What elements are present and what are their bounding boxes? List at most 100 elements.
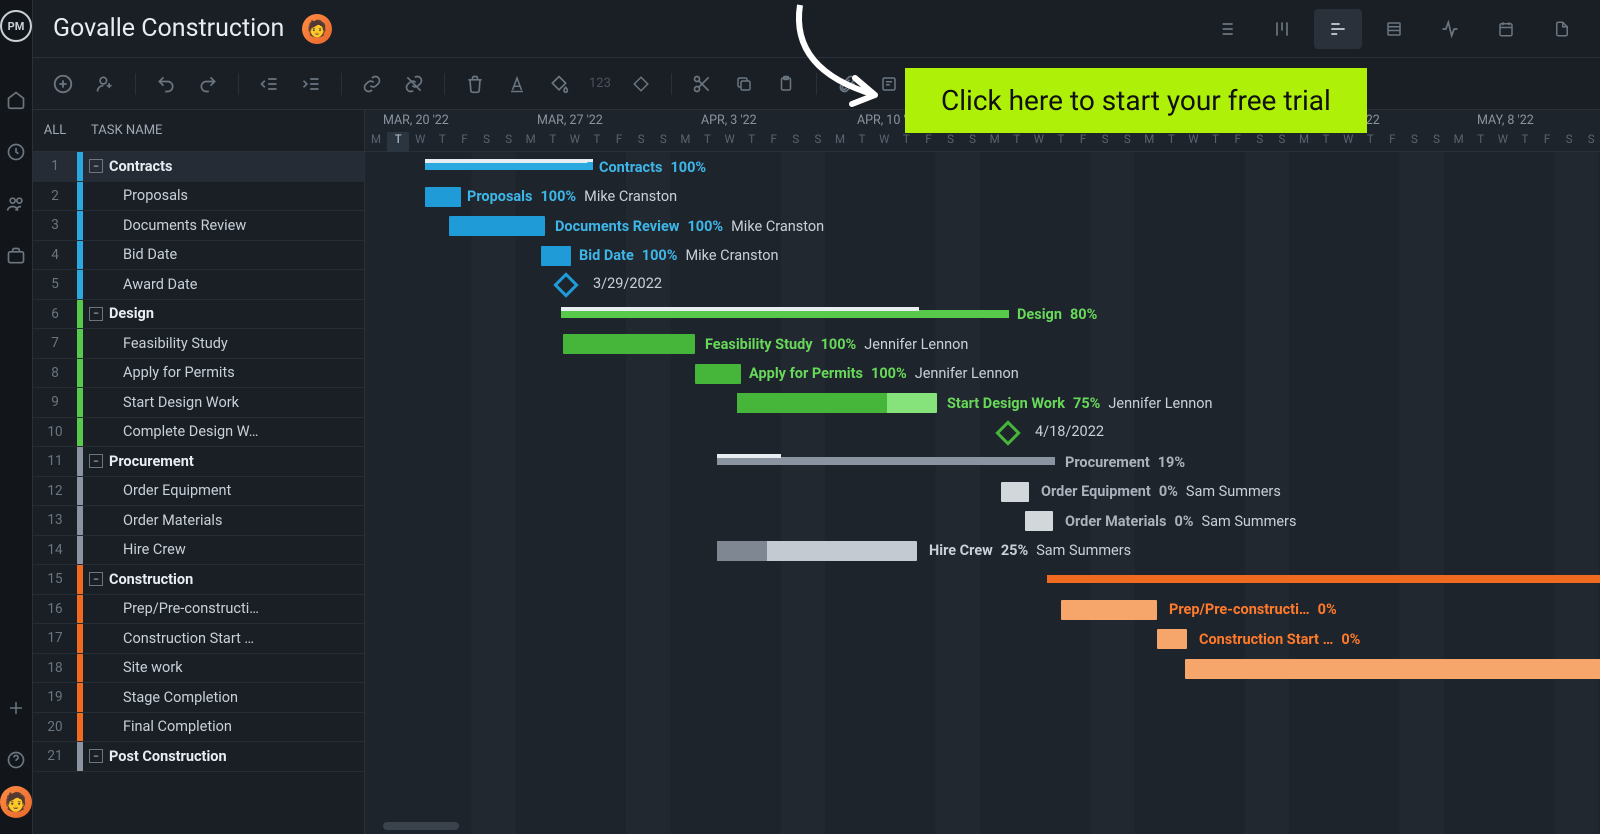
expander-icon[interactable]: − — [89, 454, 103, 468]
day-label: T — [1050, 132, 1072, 152]
note-icon[interactable] — [873, 68, 905, 100]
recent-icon[interactable] — [4, 140, 28, 164]
task-name: Site work — [123, 659, 183, 676]
activity-view-icon[interactable] — [1426, 9, 1474, 49]
help-icon[interactable] — [4, 748, 28, 772]
task-row[interactable]: 11−Procurement — [33, 447, 364, 477]
day-label: W — [1028, 132, 1050, 152]
task-row[interactable]: 19Stage Completion — [33, 683, 364, 713]
board-view-icon[interactable] — [1258, 9, 1306, 49]
task-row[interactable]: 5Award Date — [33, 270, 364, 300]
list-view-icon[interactable] — [1202, 9, 1250, 49]
fill-icon[interactable] — [543, 68, 575, 100]
add-icon[interactable] — [4, 696, 28, 720]
cta-banner[interactable]: Click here to start your free trial — [905, 68, 1367, 133]
calendar-view-icon[interactable] — [1482, 9, 1530, 49]
task-bar[interactable] — [541, 246, 571, 266]
task-bar[interactable] — [1001, 482, 1029, 502]
expander-icon[interactable]: − — [89, 572, 103, 586]
task-row[interactable]: 2Proposals — [33, 182, 364, 212]
bar-label: Prep/Pre-constructi…0% — [1169, 600, 1337, 620]
task-row[interactable]: 20Final Completion — [33, 713, 364, 743]
horizontal-scrollbar[interactable] — [383, 822, 459, 830]
summary-bar[interactable] — [561, 310, 1009, 318]
expander-icon[interactable]: − — [89, 307, 103, 321]
link-icon[interactable] — [356, 68, 388, 100]
task-row[interactable]: 13Order Materials — [33, 506, 364, 536]
task-row[interactable]: 14Hire Crew — [33, 536, 364, 566]
task-bar[interactable] — [1185, 659, 1600, 679]
task-row[interactable]: 3Documents Review — [33, 211, 364, 241]
cut-icon[interactable] — [686, 68, 718, 100]
col-name-header[interactable]: TASK NAME — [83, 123, 364, 138]
undo-icon[interactable] — [150, 68, 182, 100]
sheet-view-icon[interactable] — [1370, 9, 1418, 49]
gantt-lane: Apply for Permits100%Jennifer Lennon — [365, 359, 1600, 389]
home-icon[interactable] — [4, 88, 28, 112]
gantt-view-icon[interactable] — [1314, 9, 1362, 49]
task-bar[interactable] — [425, 187, 461, 207]
task-row[interactable]: 8Apply for Permits — [33, 359, 364, 389]
task-row[interactable]: 4Bid Date — [33, 241, 364, 271]
task-row[interactable]: 1−Contracts — [33, 152, 364, 182]
attach-icon[interactable] — [831, 68, 863, 100]
task-row[interactable]: 6−Design — [33, 300, 364, 330]
day-label: M — [829, 132, 851, 152]
col-all-header[interactable]: ALL — [33, 123, 77, 138]
task-row[interactable]: 16Prep/Pre-constructi… — [33, 595, 364, 625]
summary-bar[interactable] — [1047, 575, 1600, 583]
add-task-icon[interactable] — [47, 68, 79, 100]
day-label: F — [1536, 132, 1558, 152]
milestone-marker[interactable] — [995, 420, 1020, 445]
outdent-icon[interactable] — [253, 68, 285, 100]
task-bar[interactable] — [717, 541, 917, 561]
day-label: T — [431, 132, 453, 152]
task-name: Procurement — [109, 453, 194, 470]
task-row[interactable]: 18Site work — [33, 654, 364, 684]
task-row[interactable]: 15−Construction — [33, 565, 364, 595]
task-row[interactable]: 9Start Design Work — [33, 388, 364, 418]
delete-icon[interactable] — [459, 68, 491, 100]
project-avatar[interactable]: 🧑 — [302, 14, 332, 44]
gantt-chart[interactable]: MAR, 20 '22MAR, 27 '22APR, 3 '22APR, 10 … — [365, 110, 1600, 834]
paste-icon[interactable] — [770, 68, 802, 100]
task-bar[interactable] — [563, 334, 695, 354]
day-label: S — [1580, 132, 1600, 152]
user-avatar[interactable] — [0, 786, 32, 818]
day-label: S — [1094, 132, 1116, 152]
unlink-icon[interactable] — [398, 68, 430, 100]
copy-icon[interactable] — [728, 68, 760, 100]
task-bar[interactable] — [449, 216, 545, 236]
expander-icon[interactable]: − — [89, 749, 103, 763]
summary-bar[interactable] — [425, 162, 593, 170]
text-style-icon[interactable] — [501, 68, 533, 100]
app-logo[interactable]: PM — [0, 10, 32, 42]
row-number: 14 — [33, 542, 77, 558]
milestone-marker[interactable] — [553, 272, 578, 297]
task-row[interactable]: 12Order Equipment — [33, 477, 364, 507]
files-view-icon[interactable] — [1538, 9, 1586, 49]
gantt-lane: Order Materials0%Sam Summers — [365, 506, 1600, 536]
task-bar[interactable] — [1025, 511, 1053, 531]
indent-icon[interactable] — [295, 68, 327, 100]
redo-icon[interactable] — [192, 68, 224, 100]
expander-icon[interactable]: − — [89, 159, 103, 173]
task-row[interactable]: 21−Post Construction — [33, 742, 364, 772]
day-label: F — [453, 132, 475, 152]
summary-bar[interactable] — [717, 457, 1055, 465]
team-icon[interactable] — [4, 192, 28, 216]
task-bar[interactable] — [1061, 600, 1157, 620]
task-row[interactable]: 10Complete Design W… — [33, 418, 364, 448]
briefcase-icon[interactable] — [4, 244, 28, 268]
gantt-lane — [365, 742, 1600, 772]
gantt-lane: Bid Date100%Mike Cranston — [365, 241, 1600, 271]
task-bar[interactable] — [695, 364, 741, 384]
task-row[interactable]: 17Construction Start … — [33, 624, 364, 654]
milestone-icon[interactable] — [625, 68, 657, 100]
task-bar[interactable] — [737, 393, 937, 413]
task-row[interactable]: 7Feasibility Study — [33, 329, 364, 359]
project-title[interactable]: Govalle Construction — [53, 14, 284, 43]
assign-icon[interactable] — [89, 68, 121, 100]
row-number: 2 — [33, 188, 77, 204]
task-bar[interactable] — [1157, 629, 1187, 649]
